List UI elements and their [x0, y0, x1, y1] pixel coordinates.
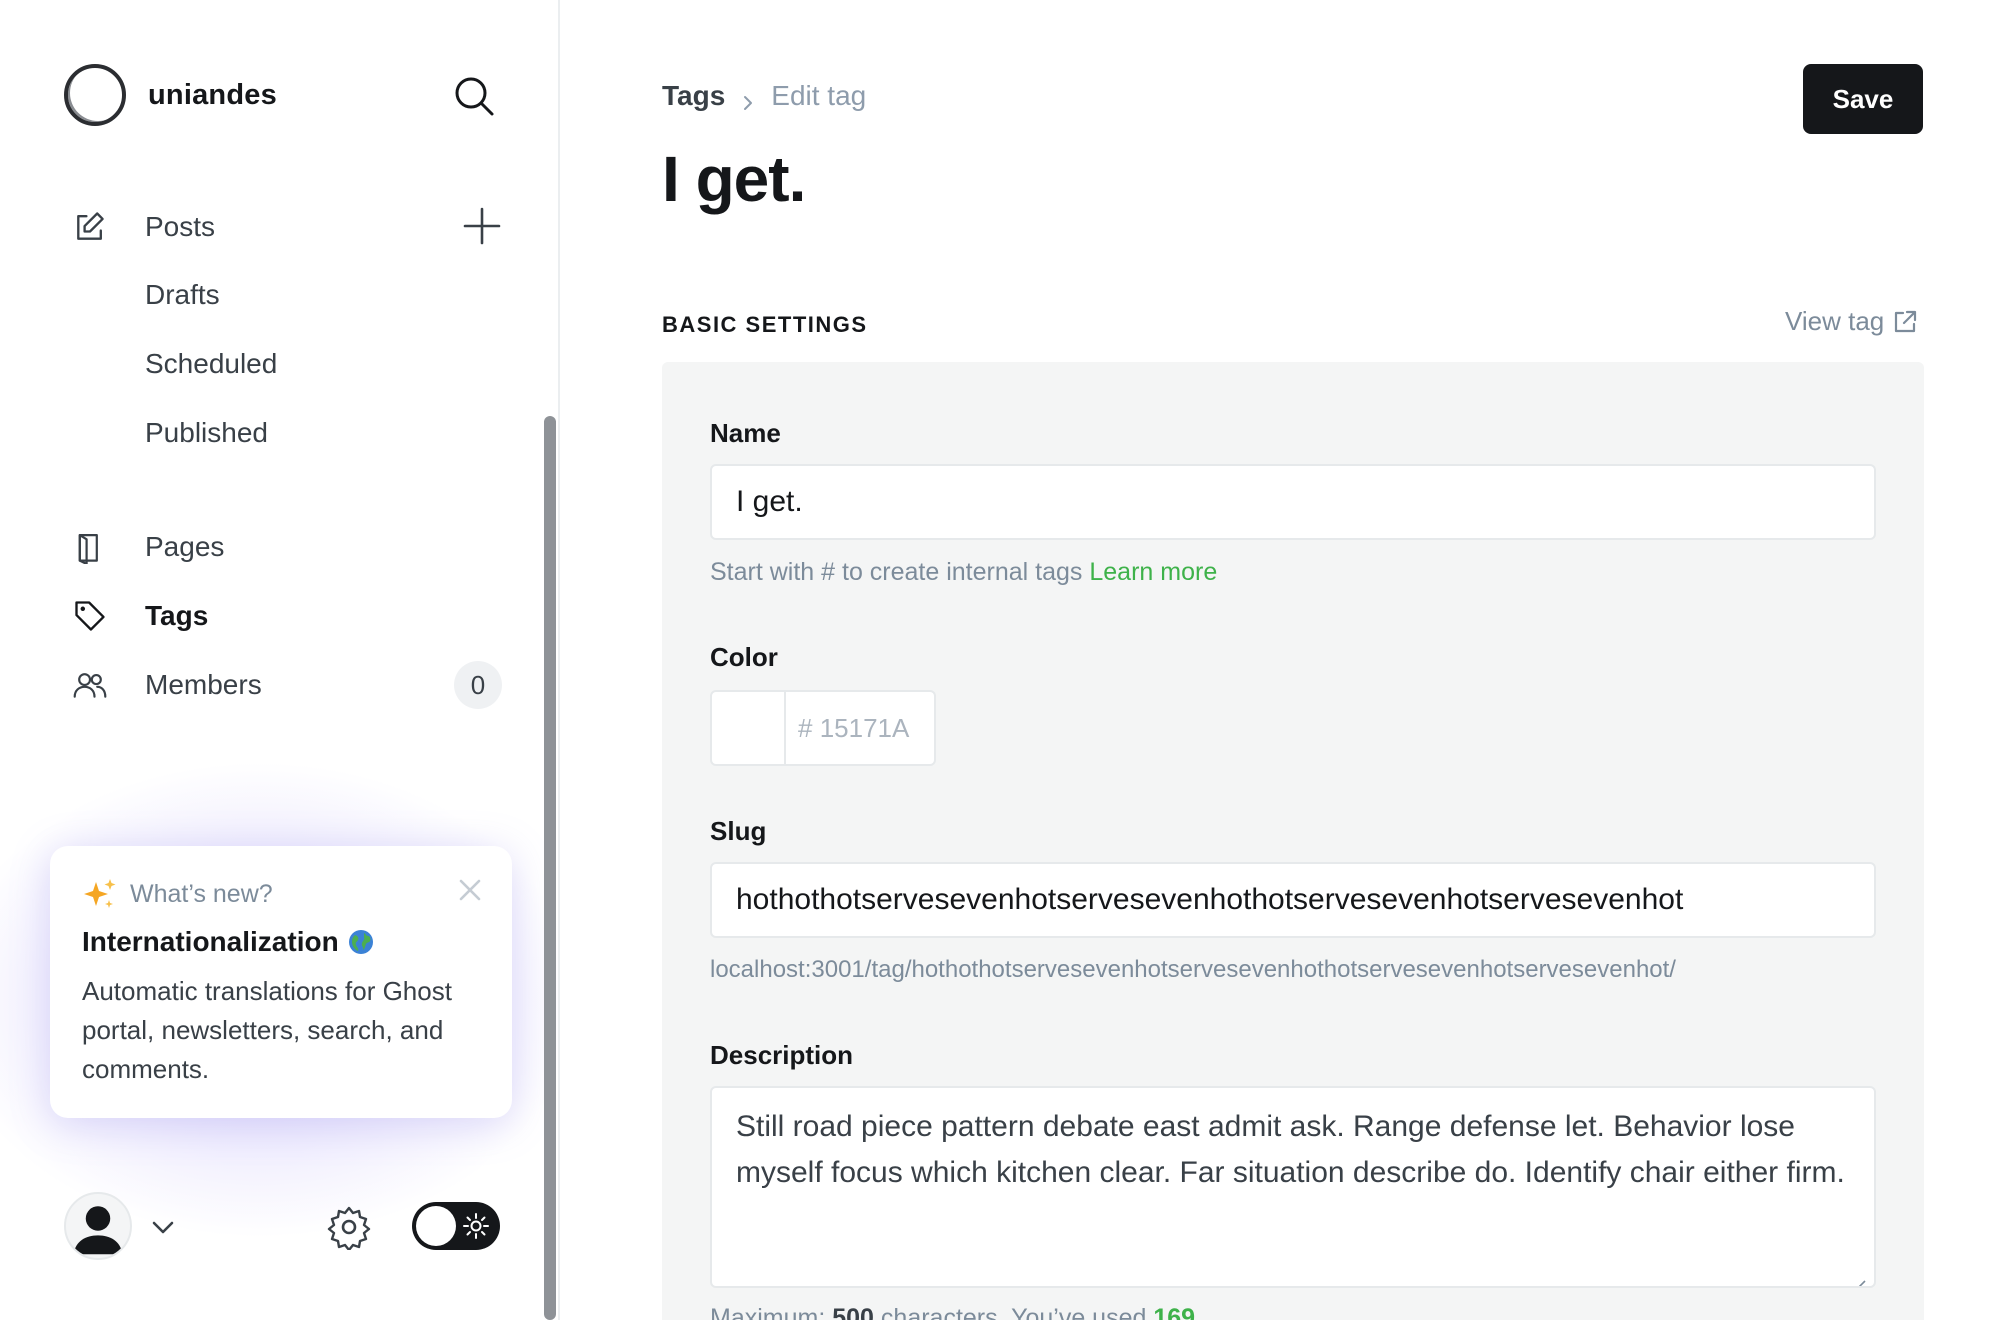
sidebar-item-members[interactable]: Members 0 — [70, 660, 510, 710]
whats-new-title: Internationalization — [82, 926, 339, 957]
chevron-down-icon[interactable] — [150, 1214, 176, 1240]
sidebar-item-label: Members — [145, 669, 262, 700]
color-picker[interactable]: # 15171A — [710, 690, 936, 766]
close-icon[interactable] — [456, 876, 484, 904]
site-brand[interactable]: uniandes — [64, 64, 277, 126]
view-tag-label: View tag — [1785, 306, 1885, 336]
sidebar: uniandes Posts Drafts Scheduled Publishe… — [0, 0, 560, 1320]
globe-icon — [347, 928, 375, 956]
counter-max-value: 500 — [832, 1304, 874, 1320]
sidebar-item-published[interactable]: Published — [70, 408, 510, 458]
avatar[interactable] — [64, 1192, 132, 1260]
whats-new-heading: What’s new? — [130, 879, 273, 908]
sidebar-item-label: Drafts — [145, 279, 220, 310]
color-hex-placeholder: 15171A — [819, 712, 910, 743]
breadcrumb-current: Edit tag — [771, 80, 867, 111]
sidebar-item-drafts[interactable]: Drafts — [70, 270, 510, 320]
page-title: I get. — [662, 143, 806, 215]
color-hex-input[interactable]: # 15171A — [786, 692, 934, 764]
slug-label: Slug — [710, 816, 767, 846]
site-logo-icon — [64, 64, 126, 126]
edit-icon — [70, 207, 110, 247]
name-hint-text: Start with # to create internal tags — [710, 558, 1083, 586]
sidebar-item-label: Posts — [145, 211, 216, 242]
sidebar-item-label: Published — [145, 417, 268, 448]
breadcrumb: Tags Edit tag — [662, 80, 866, 112]
counter-max-label: Maximum: — [710, 1304, 826, 1320]
description-text: Still road piece pattern debate east adm… — [736, 1110, 1845, 1189]
sparkle-icon — [82, 876, 118, 912]
sidebar-footer — [64, 1192, 504, 1262]
view-tag-link[interactable]: View tag — [1785, 306, 1918, 337]
sidebar-item-label: Tags — [145, 600, 209, 631]
sidebar-item-label: Scheduled — [145, 348, 278, 379]
color-label: Color — [710, 642, 778, 672]
counter-used-label: characters. You’ve used — [880, 1304, 1147, 1320]
members-icon — [70, 665, 110, 705]
theme-toggle[interactable] — [412, 1202, 500, 1250]
breadcrumb-tags-link[interactable]: Tags — [662, 80, 725, 112]
sidebar-item-tags[interactable]: Tags — [70, 591, 510, 641]
external-link-icon — [1892, 309, 1918, 335]
whats-new-body: Automatic translations for Ghost portal,… — [82, 976, 452, 1084]
slug-url-preview: localhost:3001/tag/hothothotservesevenho… — [710, 956, 1676, 983]
chevron-right-icon — [739, 87, 757, 110]
basic-settings-panel: Name I get. Start with # to create inter… — [662, 362, 1924, 1320]
add-post-icon[interactable] — [460, 204, 504, 248]
site-name: uniandes — [148, 78, 277, 111]
slug-input[interactable]: hothothotservesevenhotservesevenhothotse… — [710, 862, 1876, 938]
learn-more-link[interactable]: Learn more — [1089, 558, 1217, 586]
description-textarea[interactable]: Still road piece pattern debate east adm… — [710, 1086, 1876, 1288]
sidebar-item-posts[interactable]: Posts — [70, 202, 510, 252]
name-hint: Start with # to create internal tags Lea… — [710, 558, 1217, 587]
toggle-knob — [416, 1206, 456, 1246]
description-counter: Maximum: 500 characters. You’ve used 169 — [710, 1304, 1195, 1320]
tag-icon — [70, 596, 110, 636]
whats-new-card[interactable]: What’s new? Internationalization Automat… — [50, 846, 512, 1118]
section-heading: BASIC SETTINGS — [662, 312, 868, 337]
color-swatch[interactable] — [712, 692, 786, 764]
resize-handle-icon[interactable] — [1850, 1262, 1866, 1286]
description-label: Description — [710, 1040, 854, 1070]
members-count-badge: 0 — [454, 661, 502, 709]
sidebar-item-scheduled[interactable]: Scheduled — [70, 339, 510, 389]
gear-icon[interactable] — [326, 1204, 372, 1252]
main-content: Tags Edit tag I get. Save BASIC SETTINGS… — [562, 0, 2000, 1320]
counter-used-value: 169 — [1153, 1304, 1196, 1320]
color-hex-prefix: # — [798, 712, 813, 743]
sun-icon — [462, 1212, 490, 1240]
name-input[interactable]: I get. — [710, 464, 1876, 540]
search-icon[interactable] — [452, 74, 496, 118]
sidebar-item-pages[interactable]: Pages — [70, 522, 510, 572]
page-icon — [70, 527, 110, 567]
name-label: Name — [710, 418, 781, 448]
save-button[interactable]: Save — [1803, 64, 1923, 134]
sidebar-scrollbar[interactable] — [544, 416, 556, 1320]
sidebar-item-label: Pages — [145, 531, 225, 562]
